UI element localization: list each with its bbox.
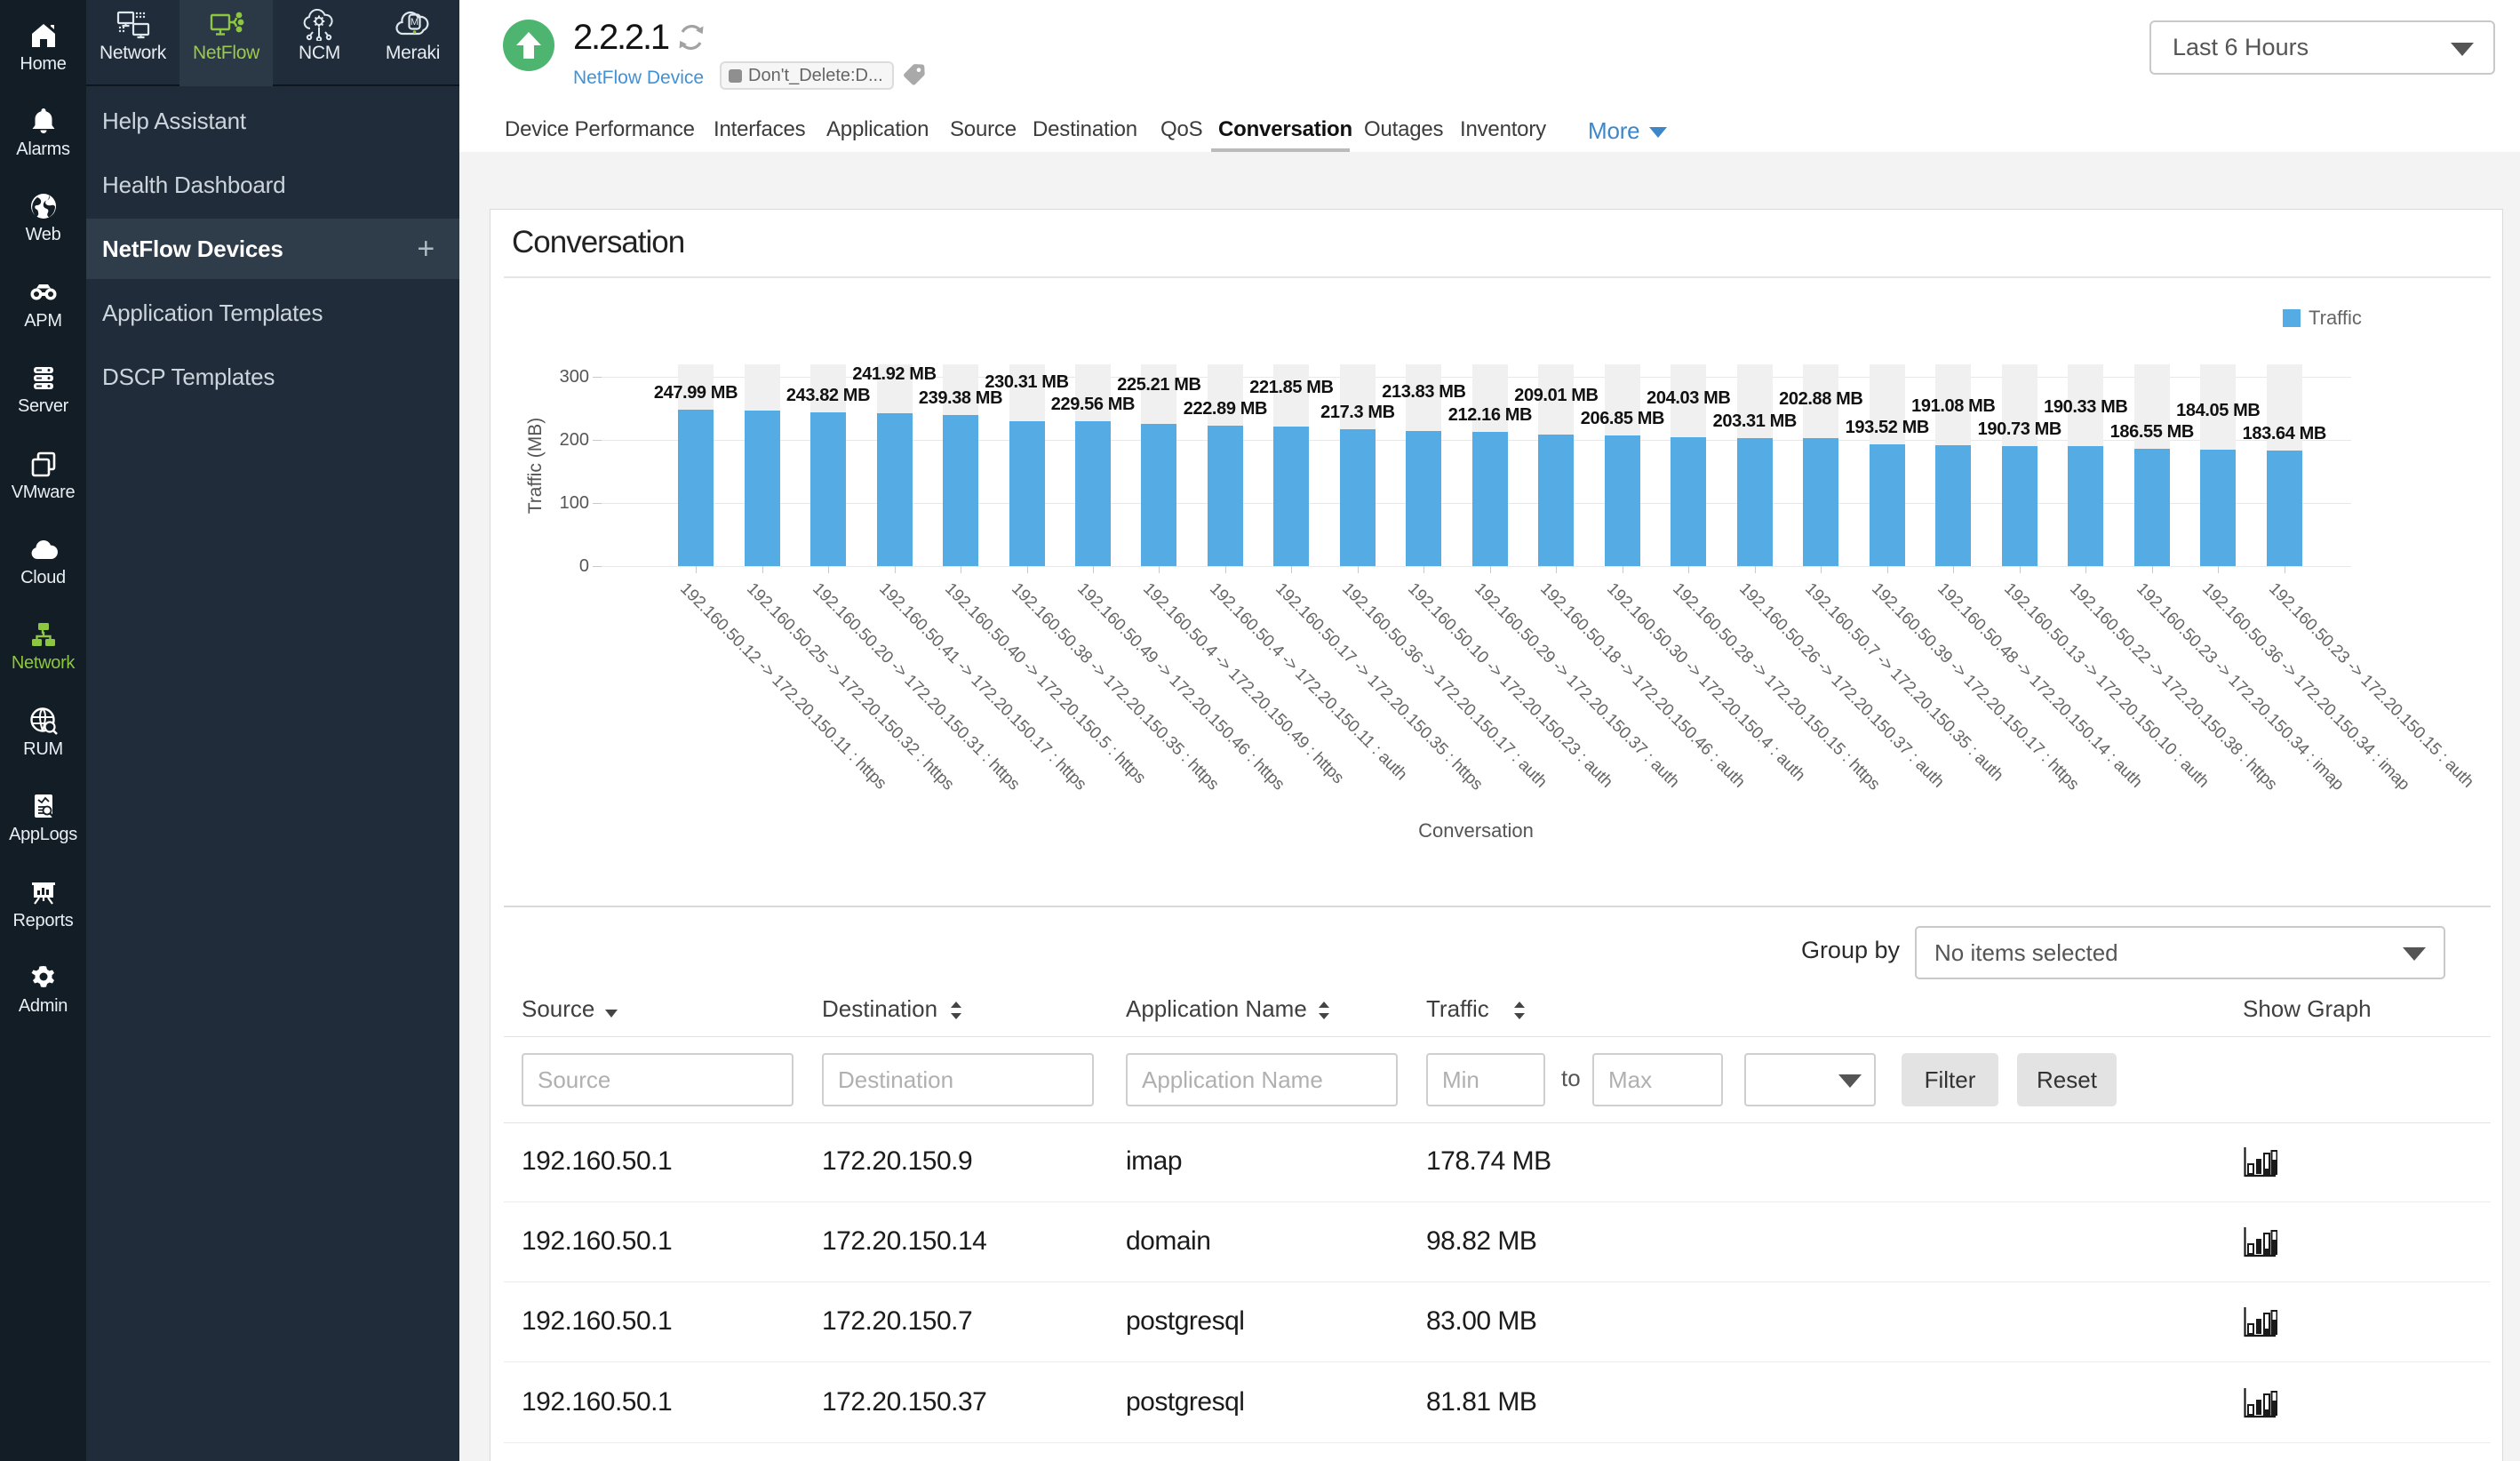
svg-text:M: M bbox=[410, 17, 418, 28]
